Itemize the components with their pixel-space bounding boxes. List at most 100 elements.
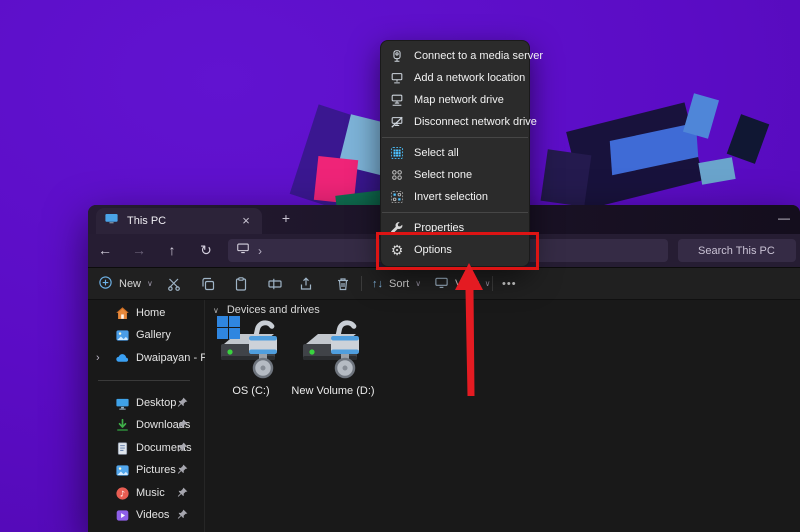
drive-label: OS (C:) — [209, 385, 293, 397]
sidebar-item-label: Pictures — [136, 464, 205, 476]
chevron-down-icon: ∨ — [147, 279, 153, 288]
videos-icon — [114, 507, 130, 523]
documents-icon — [114, 440, 130, 456]
properties-wrench-icon — [389, 220, 405, 236]
command-bar: New ∨ ↑↓ Sort ∨ View — [88, 267, 800, 299]
sidebar-item-label: Videos — [136, 509, 205, 521]
share-icon — [298, 276, 314, 292]
bitlocker-unlocked-padlock — [331, 321, 359, 377]
wallpaper-shape — [683, 93, 719, 139]
menu-item-invert-selection[interactable]: Invert selection — [381, 186, 529, 208]
menu-item-connect-media-server[interactable]: Connect to a media server — [381, 45, 529, 67]
sidebar: Home Gallery › Dwaipayan - Per — [88, 300, 205, 532]
menu-item-options[interactable]: ⚙ Options — [381, 239, 529, 261]
disconnect-network-drive-icon — [389, 114, 405, 130]
rename-icon — [267, 276, 283, 292]
sidebar-separator — [98, 380, 190, 381]
pictures-icon — [114, 462, 130, 478]
sidebar-item-label: Home — [136, 307, 205, 319]
menu-item-add-network-location[interactable]: Add a network location — [381, 67, 529, 89]
search-placeholder: Search This PC — [698, 245, 775, 257]
select-none-icon — [389, 167, 405, 183]
menu-item-label: Properties — [414, 222, 464, 234]
media-server-icon — [389, 48, 405, 64]
cut-icon — [166, 276, 182, 292]
gallery-icon — [114, 327, 130, 343]
delete-button[interactable] — [335, 268, 351, 299]
more-options-button[interactable]: ••• — [502, 268, 517, 299]
bitlocker-unlocked-padlock — [249, 321, 277, 377]
toolbar-divider — [492, 276, 493, 291]
drive-d-icon — [298, 314, 368, 380]
view-button-label: View — [455, 278, 479, 290]
new-tab-button[interactable]: + — [277, 210, 295, 226]
desktop: { "colors": { "desktop_purple": "#5c0cc4… — [0, 0, 800, 532]
sidebar-item-label: Documents — [136, 442, 205, 454]
menu-item-label: Disconnect network drive — [414, 116, 537, 128]
this-pc-monitor-icon — [104, 211, 119, 231]
sidebar-item-label: Gallery — [136, 329, 205, 341]
new-button[interactable]: New ∨ — [98, 268, 153, 299]
back-button[interactable]: ← — [93, 238, 117, 262]
menu-item-disconnect-network-drive[interactable]: Disconnect network drive — [381, 111, 529, 133]
menu-item-map-network-drive[interactable]: Map network drive — [381, 89, 529, 111]
drive-new-volume-d[interactable]: New Volume (D:) — [285, 314, 381, 397]
menu-item-label: Select all — [414, 147, 459, 159]
sidebar-item-home[interactable]: Home — [88, 302, 205, 324]
forward-button[interactable]: → — [127, 238, 151, 262]
breadcrumb-chevron-icon: › — [258, 244, 262, 258]
drive-os-c[interactable]: OS (C:) — [209, 314, 293, 397]
sort-button[interactable]: ↑↓ Sort ∨ — [372, 268, 421, 299]
chevron-down-icon: ∨ — [415, 279, 421, 288]
sidebar-item-label: Music — [136, 487, 205, 499]
sidebar-item-label: Dwaipayan - Per — [136, 352, 205, 364]
network-location-icon — [389, 70, 405, 86]
cut-button[interactable] — [166, 268, 182, 299]
sidebar-item-gallery[interactable]: Gallery — [88, 324, 205, 346]
select-all-icon — [389, 145, 405, 161]
menu-item-label: Invert selection — [414, 191, 488, 203]
minimize-button[interactable]: — — [778, 211, 790, 225]
menu-item-select-all[interactable]: Select all — [381, 142, 529, 164]
sidebar-item-videos[interactable]: Videos — [88, 504, 205, 526]
map-network-drive-icon — [389, 92, 405, 108]
menu-item-label: Map network drive — [414, 94, 504, 106]
paste-button[interactable] — [233, 268, 249, 299]
new-button-label: New — [119, 278, 141, 290]
refresh-button[interactable]: ↻ — [194, 238, 218, 262]
sidebar-item-desktop[interactable]: Desktop — [88, 392, 205, 414]
sidebar-item-label: Downloads — [136, 419, 205, 431]
drive-c-icon — [216, 314, 286, 380]
rename-button[interactable] — [267, 268, 283, 299]
pin-icon — [176, 463, 190, 477]
home-icon — [114, 305, 130, 321]
sidebar-item-music[interactable]: ♪ Music — [88, 482, 205, 504]
menu-item-label: Add a network location — [414, 72, 525, 84]
music-icon: ♪ — [114, 485, 130, 501]
share-button[interactable] — [298, 268, 314, 299]
expand-chevron-icon[interactable]: › — [96, 352, 100, 364]
chevron-down-icon: ∨ — [485, 279, 491, 288]
copy-icon — [200, 276, 216, 292]
sidebar-item-onedrive[interactable]: › Dwaipayan - Per — [88, 347, 205, 369]
sort-icon: ↑↓ — [372, 278, 383, 290]
view-button[interactable]: View ∨ — [434, 268, 491, 299]
windows-logo — [217, 316, 240, 339]
sidebar-item-documents[interactable]: Documents — [88, 437, 205, 459]
sidebar-item-pictures[interactable]: Pictures — [88, 459, 205, 481]
options-gear-icon: ⚙ — [389, 242, 405, 258]
copy-button[interactable] — [200, 268, 216, 299]
search-input[interactable]: Search This PC — [678, 239, 796, 262]
wallpaper-shape — [698, 157, 735, 185]
pin-icon — [176, 486, 190, 500]
menu-item-select-none[interactable]: Select none — [381, 164, 529, 186]
address-this-pc-icon — [236, 241, 250, 260]
tab-close-icon[interactable]: × — [238, 213, 254, 229]
svg-text:♪: ♪ — [119, 489, 124, 498]
tab-this-pc[interactable]: This PC × — [96, 208, 262, 234]
toolbar-divider — [361, 276, 362, 291]
sidebar-item-downloads[interactable]: Downloads — [88, 414, 205, 436]
window-body: Home Gallery › Dwaipayan - Per — [88, 299, 800, 532]
up-button[interactable]: ↑ — [160, 238, 184, 262]
menu-item-properties[interactable]: Properties — [381, 217, 529, 239]
